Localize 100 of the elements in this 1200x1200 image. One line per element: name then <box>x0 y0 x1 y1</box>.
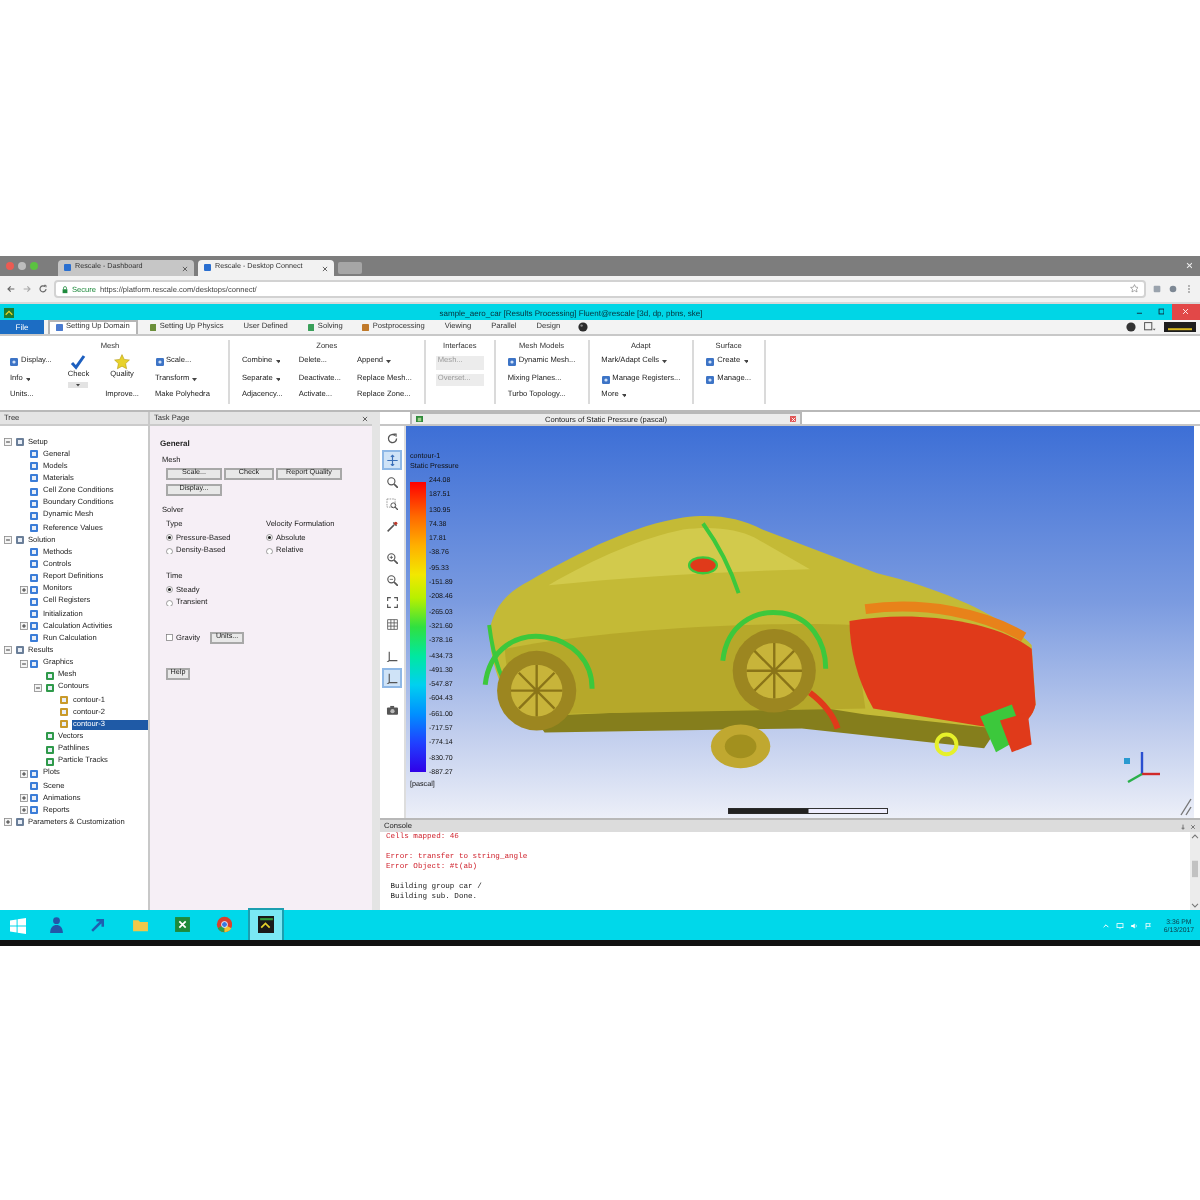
reload-icon[interactable] <box>38 284 48 294</box>
star-icon <box>114 354 131 370</box>
round-icon[interactable] <box>1126 322 1136 332</box>
zoom-box-icon <box>385 497 399 511</box>
node-icon <box>30 769 38 778</box>
close-icon[interactable] <box>362 415 368 421</box>
radio-icon[interactable] <box>166 534 173 542</box>
resize-grip-icon[interactable] <box>1180 798 1192 816</box>
node-icon <box>30 573 38 582</box>
radio-icon[interactable] <box>166 547 173 555</box>
radio-icon[interactable] <box>166 599 173 607</box>
node-icon <box>30 634 38 643</box>
expander-icon[interactable] <box>34 683 42 692</box>
node-icon <box>30 560 38 569</box>
expander-icon[interactable] <box>19 769 27 778</box>
axis-triad-icon <box>1122 746 1162 786</box>
folder-icon <box>131 916 149 934</box>
back-arrow-icon[interactable] <box>6 284 16 294</box>
expander-icon[interactable] <box>19 806 27 815</box>
checkbox-icon[interactable] <box>166 634 173 642</box>
node-icon <box>30 610 38 619</box>
app-window-icon <box>257 916 275 934</box>
circle-icon[interactable] <box>578 322 589 332</box>
radio-icon[interactable] <box>166 586 173 594</box>
node-icon <box>15 438 23 447</box>
node-icon <box>15 818 23 827</box>
expander-icon[interactable] <box>19 794 27 803</box>
rotate-icon <box>385 431 399 445</box>
node-icon <box>30 548 38 557</box>
fit-icon <box>385 595 399 609</box>
lock-icon <box>62 285 68 293</box>
node-icon <box>15 646 23 655</box>
toolbar-button[interactable] <box>384 550 400 566</box>
node-icon <box>30 511 38 520</box>
window-close-dot-icon[interactable] <box>6 262 14 270</box>
radio-icon[interactable] <box>266 547 273 555</box>
close-icon[interactable] <box>322 265 328 271</box>
toolbar-button[interactable] <box>384 648 400 664</box>
window-maximize-dot-icon[interactable] <box>30 262 38 270</box>
expander-icon[interactable] <box>19 585 27 594</box>
caret-icon <box>192 377 198 382</box>
toolbar-button[interactable] <box>384 452 400 468</box>
layout-icon[interactable] <box>1144 322 1156 332</box>
zoom-out-icon <box>385 573 399 587</box>
toolbar-button[interactable] <box>384 670 400 686</box>
node-icon <box>30 450 38 459</box>
toolbar-button[interactable] <box>384 572 400 588</box>
expander-icon[interactable] <box>4 818 12 827</box>
node-icon <box>45 683 53 692</box>
node-icon <box>30 622 38 631</box>
node-icon <box>30 524 38 533</box>
zoom-in-icon <box>385 551 399 565</box>
pin-icon[interactable] <box>1180 823 1186 829</box>
expander-icon[interactable] <box>19 659 27 668</box>
caret-icon <box>275 360 281 365</box>
forward-arrow-icon[interactable] <box>22 284 32 294</box>
node-icon <box>45 671 53 680</box>
caret-icon <box>662 360 668 365</box>
scrollbar[interactable] <box>1190 832 1200 910</box>
axes-icon <box>385 649 399 663</box>
move-icon <box>385 453 399 467</box>
grid-icon <box>385 617 399 631</box>
caret-icon <box>386 360 392 365</box>
toolbar-button[interactable] <box>384 430 400 446</box>
toolbar-button[interactable] <box>384 474 400 490</box>
node-icon <box>30 585 38 594</box>
expander-icon[interactable] <box>4 536 12 545</box>
star-icon[interactable] <box>1129 284 1138 294</box>
tool-icon <box>155 358 163 367</box>
expander-icon[interactable] <box>4 646 12 655</box>
node-icon <box>30 782 38 790</box>
node-icon <box>15 536 23 545</box>
radio-icon[interactable] <box>266 534 273 542</box>
tab-icon <box>56 324 63 332</box>
toolbar-button[interactable] <box>384 616 400 632</box>
taskbar-app-button[interactable] <box>250 910 282 940</box>
toolbar-button[interactable] <box>384 594 400 610</box>
close-icon[interactable] <box>182 265 188 271</box>
node-icon <box>30 597 38 606</box>
tool-icon <box>601 375 610 384</box>
window-minimize-dot-icon[interactable] <box>18 262 26 270</box>
pipette-icon <box>385 519 399 533</box>
node-icon <box>30 462 38 471</box>
close-icon[interactable] <box>1190 823 1196 829</box>
window-icon <box>416 415 423 423</box>
app-icon <box>4 307 14 317</box>
minimize-icon <box>1135 308 1143 316</box>
toolbar-button[interactable] <box>384 496 400 512</box>
close-icon <box>1182 308 1190 316</box>
tool-icon <box>706 358 715 367</box>
check-icon <box>70 354 87 370</box>
tool-icon <box>10 358 18 367</box>
expander-icon[interactable] <box>4 438 12 447</box>
expander-icon[interactable] <box>19 622 27 631</box>
toolbar-button[interactable] <box>384 702 400 718</box>
page-icon <box>204 264 211 272</box>
camera-icon <box>385 703 399 717</box>
node-icon <box>45 757 53 766</box>
caret-icon <box>743 360 749 365</box>
toolbar-button[interactable] <box>384 518 400 534</box>
